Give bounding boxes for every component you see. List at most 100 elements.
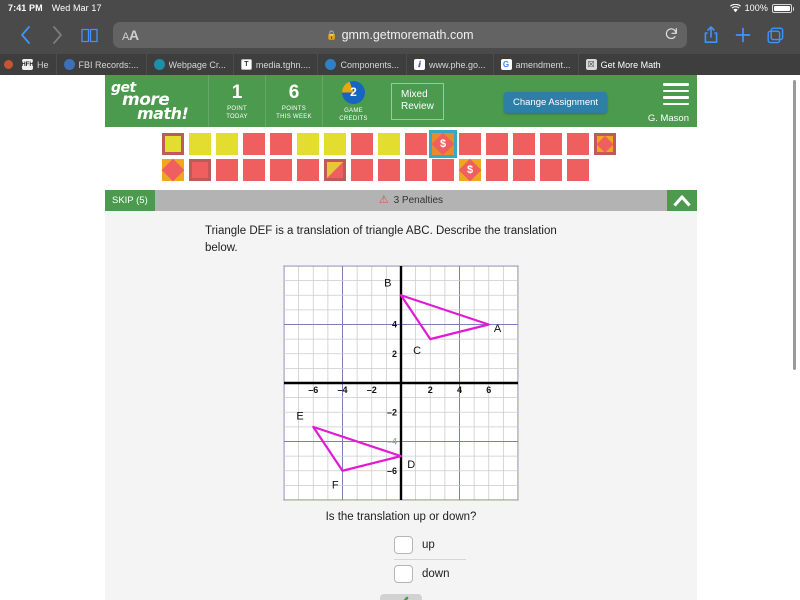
mode-badge-mixed-review[interactable]: Mixed Review <box>391 82 444 120</box>
gmm-logo[interactable]: get more math! <box>105 75 208 127</box>
lock-icon: 🔒 <box>326 29 338 40</box>
bookmark-item-7[interactable]: ☒ Get More Math <box>579 54 668 75</box>
progress-square[interactable] <box>189 159 211 181</box>
checkbox-up[interactable] <box>394 536 413 555</box>
address-bar[interactable]: AA 🔒 gmm.getmoremath.com <box>113 22 687 48</box>
coordinate-plane-svg: –6 –4 –2 2 4 6 4 2 –2 –4 –6 A B C D E F <box>284 266 518 501</box>
stat-number: 1 <box>231 81 243 103</box>
option-row-down[interactable]: down <box>394 559 466 588</box>
progress-square-money[interactable]: $ <box>458 158 482 182</box>
progress-square[interactable] <box>486 133 508 155</box>
user-name-label: G. Mason <box>647 113 689 124</box>
svg-text:–6: –6 <box>308 385 318 395</box>
url-text: gmm.getmoremath.com <box>341 28 474 42</box>
status-date: Wed Mar 17 <box>51 3 102 13</box>
progress-square[interactable] <box>216 133 238 155</box>
back-button[interactable] <box>10 20 40 50</box>
favicon-fbi-icon <box>63 59 75 70</box>
option-label: down <box>422 568 450 581</box>
battery-percent: 100% <box>744 3 768 13</box>
stat-points-week: 6 POINTS THIS WEEK <box>265 75 322 127</box>
forward-button[interactable] <box>42 20 72 50</box>
progress-square[interactable] <box>216 159 238 181</box>
money-square-label: $ <box>439 138 447 150</box>
progress-square[interactable] <box>513 159 535 181</box>
svg-text:C: C <box>413 345 421 357</box>
svg-text:2: 2 <box>428 385 433 395</box>
url-display: 🔒 gmm.getmoremath.com <box>113 28 687 42</box>
favicon-webpage-icon <box>153 59 165 70</box>
progress-square-bonus[interactable] <box>161 158 185 182</box>
favicon-phe-icon: ⅈ <box>414 59 425 70</box>
diamond-shape <box>596 135 614 153</box>
bookmark-label: media.tghn.... <box>255 59 311 70</box>
question-area: Triangle DEF is a translation of triangl… <box>105 211 697 600</box>
progress-square[interactable] <box>270 159 292 181</box>
progress-square[interactable] <box>297 159 319 181</box>
gmm-app-container: get more math! 1 POINT TODAY 6 POINTS THIS… <box>105 75 697 600</box>
text-size-button[interactable]: AA <box>122 27 139 43</box>
bookmarks-sidebar-button[interactable] <box>74 20 104 50</box>
progress-square[interactable] <box>378 159 400 181</box>
progress-square[interactable] <box>567 159 589 181</box>
chevron-up-icon[interactable] <box>667 190 697 211</box>
checkbox-down[interactable] <box>394 565 413 584</box>
submit-button[interactable] <box>380 594 422 600</box>
progress-square[interactable] <box>513 133 535 155</box>
progress-square[interactable] <box>243 133 265 155</box>
checkmark-icon <box>393 596 409 600</box>
bookmark-label: www.phe.go... <box>429 59 486 70</box>
share-icon[interactable] <box>696 20 726 50</box>
stat-number: 6 <box>288 81 300 103</box>
progress-square[interactable] <box>351 133 373 155</box>
bookmark-label: Get More Math <box>600 59 661 70</box>
change-assignment-button[interactable]: Change Assignment <box>504 92 608 113</box>
progress-square[interactable] <box>162 133 184 155</box>
bookmark-item-4[interactable]: Components... <box>318 54 407 75</box>
progress-square[interactable] <box>432 159 454 181</box>
progress-square[interactable] <box>324 133 346 155</box>
skip-button[interactable]: SKIP (5) <box>105 190 155 211</box>
svg-text:–4: –4 <box>387 437 397 447</box>
bookmark-item-1[interactable]: FBI Records:... <box>57 54 147 75</box>
new-tab-icon[interactable] <box>728 20 758 50</box>
bookmark-label: He <box>37 59 49 70</box>
question-prompt: Triangle DEF is a translation of triangl… <box>205 225 557 254</box>
progress-square[interactable] <box>486 159 508 181</box>
reload-icon[interactable] <box>665 27 678 43</box>
svg-text:–6: –6 <box>387 466 397 476</box>
progress-square[interactable] <box>378 133 400 155</box>
page-scrollbar[interactable] <box>793 80 796 370</box>
tabs-icon[interactable] <box>760 20 790 50</box>
progress-square[interactable] <box>405 133 427 155</box>
status-right-group: 100% <box>729 3 794 13</box>
status-time: 7:41 PM <box>8 3 43 13</box>
bookmark-item-partial[interactable] <box>0 54 15 75</box>
bookmark-item-2[interactable]: Webpage Cr... <box>147 54 234 75</box>
svg-text:A: A <box>494 323 502 335</box>
progress-square[interactable] <box>351 159 373 181</box>
progress-square-current[interactable]: $ <box>429 130 457 158</box>
bookmark-item-0[interactable]: HFH He <box>15 54 57 75</box>
progress-square[interactable] <box>459 133 481 155</box>
progress-square[interactable] <box>540 159 562 181</box>
progress-square[interactable] <box>405 159 427 181</box>
svg-text:F: F <box>332 480 339 492</box>
progress-square-bonus[interactable] <box>594 133 616 155</box>
bookmark-item-5[interactable]: ⅈ www.phe.go... <box>407 54 494 75</box>
progress-square[interactable] <box>270 133 292 155</box>
bookmark-item-3[interactable]: T media.tghn.... <box>234 54 319 75</box>
favicon-partial <box>4 60 13 69</box>
progress-square[interactable] <box>567 133 589 155</box>
svg-text:2: 2 <box>392 349 397 359</box>
progress-square-partial[interactable] <box>324 159 346 181</box>
progress-square[interactable] <box>540 133 562 155</box>
progress-square[interactable] <box>297 133 319 155</box>
progress-square[interactable] <box>243 159 265 181</box>
option-row-up[interactable]: up <box>394 531 466 559</box>
warning-triangle-icon: ⚠ <box>378 194 389 206</box>
hamburger-menu-icon[interactable] <box>663 83 689 109</box>
progress-square[interactable] <box>189 133 211 155</box>
svg-text:E: E <box>296 411 303 423</box>
bookmark-item-6[interactable]: G amendment... <box>494 54 579 75</box>
